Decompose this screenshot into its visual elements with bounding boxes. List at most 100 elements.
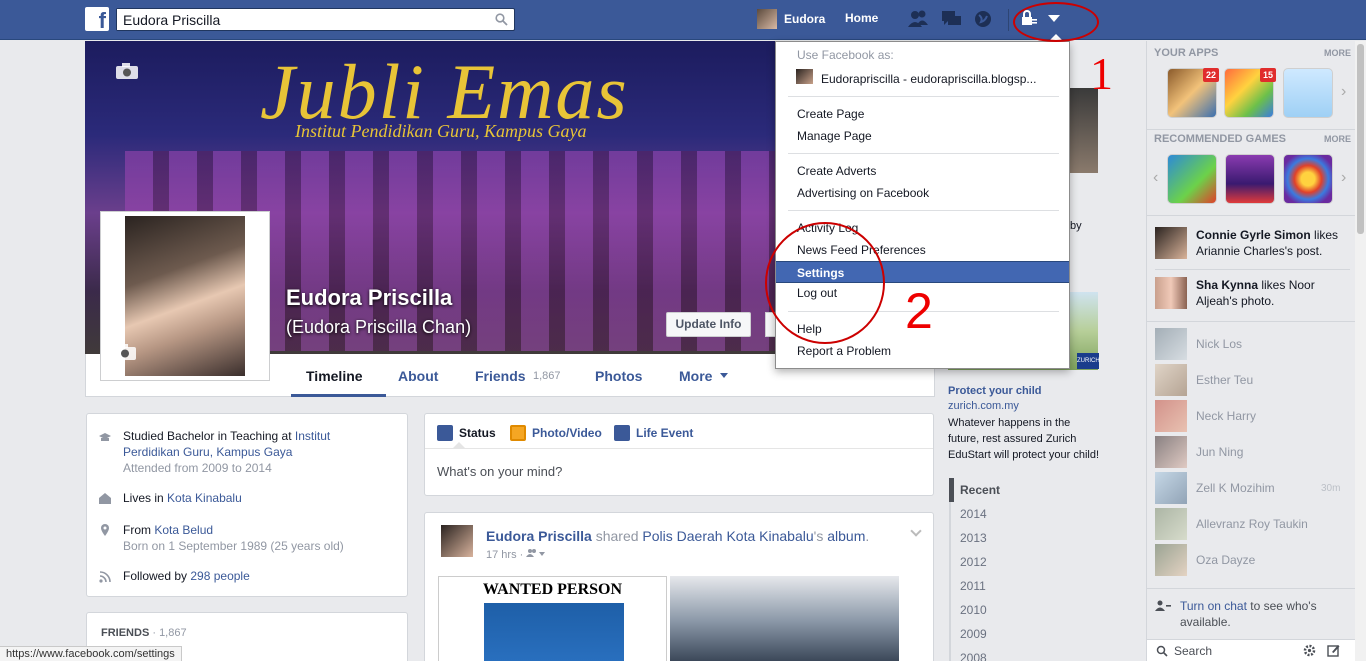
app-tile-baby[interactable] [1283, 68, 1333, 118]
search-input[interactable] [117, 9, 487, 30]
ticker-name[interactable]: Connie Gyrle Simon [1196, 228, 1311, 242]
year-item-2008[interactable]: 2008 [960, 651, 987, 661]
composer-input[interactable]: What's on your mind? [437, 464, 562, 479]
game-tile-1[interactable] [1167, 154, 1217, 204]
story-photo-wanted[interactable]: WANTED PERSON [438, 576, 667, 661]
games-prev-arrow-icon[interactable]: ‹ [1153, 169, 1158, 187]
cover-subtitle-text: Institut Pendidikan Guru, Kampus Gaya [295, 121, 587, 141]
facebook-logo[interactable]: f [85, 7, 109, 31]
composer-divider [425, 448, 933, 449]
your-apps-more-link[interactable]: MORE [1324, 48, 1351, 58]
compose-icon[interactable] [1327, 644, 1340, 657]
recommended-games-more-link[interactable]: MORE [1324, 134, 1351, 144]
friends-count: 1,867 [533, 370, 561, 382]
composer-tab-photo-video[interactable]: Photo/Video [510, 425, 602, 441]
school-link[interactable]: Institut [295, 429, 330, 443]
school-link-continued[interactable]: Perdidikan Guru, Kampus Gaya [123, 445, 292, 459]
change-profile-picture-camera-icon[interactable] [113, 343, 137, 361]
chat-contact[interactable]: Oza Dayze [1155, 544, 1350, 576]
story-page-link[interactable]: Polis Daerah Kota Kinabalu [642, 528, 813, 544]
audience-friends-icon[interactable] [526, 548, 546, 558]
menu-item-page[interactable]: Eudorapriscilla - eudorapriscilla.blogsp… [776, 68, 1069, 90]
year-item-2010[interactable]: 2010 [960, 603, 987, 617]
tab-about[interactable]: About [398, 368, 438, 384]
chat-contact[interactable]: Jun Ning [1155, 436, 1350, 468]
hometown-link[interactable]: Kota Belud [154, 523, 213, 537]
chat-contact[interactable]: Allevranz Roy Taukin [1155, 508, 1350, 540]
tab-photos[interactable]: Photos [595, 368, 642, 384]
year-item-2011[interactable]: 2011 [960, 579, 986, 593]
ad-title-link[interactable]: Protect your child [948, 385, 1042, 397]
top-bar: f Eudora Home [0, 0, 1366, 40]
menu-item-create-adverts[interactable]: Create Adverts [776, 160, 1069, 182]
chat-contact[interactable]: Esther Teu [1155, 364, 1350, 396]
game-tile-live[interactable] [1225, 154, 1275, 204]
year-item-2014[interactable]: 2014 [960, 507, 987, 521]
ticker-text: Connie Gyrle Simon likes Ariannie Charle… [1196, 227, 1351, 259]
change-cover-camera-icon[interactable] [115, 62, 139, 80]
story-author-link[interactable]: Eudora Priscilla [486, 528, 592, 544]
year-item-2013[interactable]: 2013 [960, 531, 987, 545]
ticker-item[interactable]: Sha Kynna likes Noor Aljeah's photo. [1155, 277, 1350, 317]
page-scrollbar-thumb[interactable] [1357, 44, 1364, 234]
ticker-item[interactable]: Connie Gyrle Simon likes Ariannie Charle… [1155, 227, 1350, 267]
education-dates: Attended from 2009 to 2014 [123, 461, 272, 475]
ticker-name[interactable]: Sha Kynna [1196, 278, 1258, 292]
birthday-text: Born on 1 September 1989 (25 years old) [123, 539, 344, 553]
turn-on-chat-link[interactable]: Turn on chat [1180, 599, 1247, 613]
ticker-avatar[interactable] [1155, 277, 1187, 309]
story-photo-police[interactable] [670, 576, 899, 661]
story-author-avatar[interactable] [441, 525, 473, 557]
story-time[interactable]: 17 hrs · [486, 549, 523, 561]
notifications-globe-icon[interactable] [973, 9, 995, 29]
profile-picture[interactable] [125, 216, 245, 376]
current-city-link[interactable]: Kota Kinabalu [167, 491, 242, 505]
tab-friends[interactable]: Friends [475, 368, 526, 384]
search-icon[interactable] [495, 13, 508, 26]
profile-link[interactable]: Eudora [757, 8, 825, 30]
chat-search-bar[interactable]: Search [1147, 639, 1355, 661]
messages-icon[interactable] [941, 9, 963, 29]
home-link[interactable]: Home [845, 11, 878, 25]
lives-prefix: Lives in [123, 491, 168, 505]
composer-tab-life-event[interactable]: Life Event [614, 425, 693, 441]
year-item-recent[interactable]: Recent [960, 483, 1000, 497]
story-album-link[interactable]: album [827, 528, 865, 544]
year-scroller-active-bar [949, 478, 954, 502]
composer-tab-status[interactable]: Status [437, 425, 496, 441]
menu-separator [788, 96, 1059, 97]
tab-more[interactable]: More [679, 368, 712, 384]
app-badge-1: 22 [1203, 68, 1219, 82]
friends-card-title[interactable]: FRIENDS · 1,867 [101, 627, 187, 639]
menu-item-advertising[interactable]: Advertising on Facebook [776, 182, 1069, 204]
year-item-2009[interactable]: 2009 [960, 627, 987, 641]
gear-icon[interactable] [1303, 644, 1316, 657]
avatar [757, 9, 777, 29]
menu-item-manage-page[interactable]: Manage Page [776, 125, 1069, 147]
story-options-chevron-icon[interactable] [910, 525, 922, 537]
story-possessive: 's [813, 528, 828, 544]
tab-timeline[interactable]: Timeline [306, 368, 363, 384]
photo-icon [510, 425, 526, 441]
friends-title[interactable]: FRIENDS [101, 627, 149, 639]
game-tile-3[interactable] [1283, 154, 1333, 204]
apps-next-arrow-icon[interactable]: › [1341, 83, 1346, 101]
chat-contact[interactable]: Neck Harry [1155, 400, 1350, 432]
chat-search-input[interactable]: Search [1174, 644, 1212, 658]
story-shared-text: shared [591, 528, 643, 544]
year-item-2012[interactable]: 2012 [960, 555, 987, 569]
ad-image-top[interactable] [1070, 88, 1098, 173]
menu-item-create-page[interactable]: Create Page [776, 103, 1069, 125]
games-next-arrow-icon[interactable]: › [1341, 169, 1346, 187]
story-timestamp[interactable]: 17 hrs · [486, 548, 546, 561]
ticker-avatar[interactable] [1155, 227, 1187, 259]
followers-link[interactable]: 298 people [190, 569, 249, 583]
ad-domain-link[interactable]: zurich.com.my [948, 400, 1019, 412]
chat-contact[interactable]: Zell K Mozihim 30m [1155, 472, 1350, 504]
update-info-button[interactable]: Update Info [666, 312, 751, 337]
annotation-step-2: 2 [905, 283, 933, 339]
followed-prefix: Followed by [123, 569, 191, 583]
search-box[interactable] [116, 8, 515, 31]
friend-requests-icon[interactable] [907, 9, 929, 29]
chat-contact[interactable]: Nick Los [1155, 328, 1350, 360]
